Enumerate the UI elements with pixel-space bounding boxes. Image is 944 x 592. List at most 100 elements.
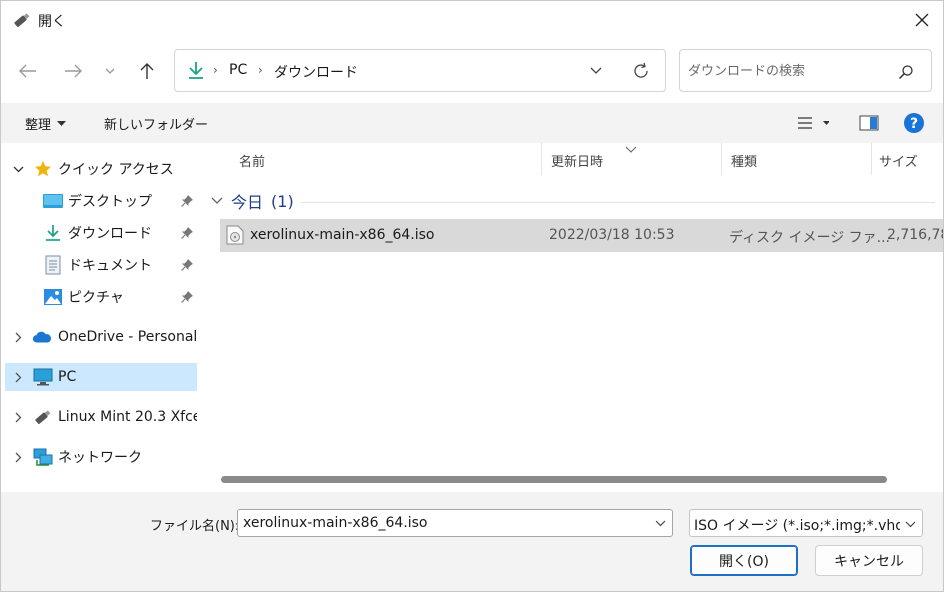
window-title: 開く xyxy=(38,14,66,30)
recent-locations-button[interactable] xyxy=(98,57,122,85)
caret-down-icon xyxy=(57,120,67,126)
sort-indicator-icon xyxy=(625,143,637,153)
preview-pane-button[interactable] xyxy=(856,111,882,135)
pin-icon xyxy=(180,194,194,208)
open-file-dialog: 開く › PC › ダウンロード ダウンロードの検索 整理 新しいフォルダー ?… xyxy=(0,0,944,592)
refresh-icon xyxy=(634,62,648,78)
sidebar-item-onedrive[interactable]: OneDrive - Personal xyxy=(5,323,197,351)
sidebar-item-pictures[interactable]: ピクチャ xyxy=(5,283,197,311)
chevron-right-icon[interactable] xyxy=(11,410,25,424)
sidebar-item-documents[interactable]: ドキュメント xyxy=(5,251,197,279)
sidebar-item-label: ダウンロード xyxy=(68,226,152,242)
pin-icon xyxy=(180,226,194,240)
download-icon xyxy=(185,59,207,81)
filename-input[interactable] xyxy=(243,513,643,533)
group-label: 今日 xyxy=(231,193,264,212)
sidebar-item-quick-access[interactable]: クイック アクセス xyxy=(5,155,197,183)
back-button[interactable] xyxy=(14,57,42,85)
sidebar-item-pc[interactable]: PC xyxy=(5,363,197,391)
chevron-down-icon xyxy=(900,514,920,534)
usb-drive-icon xyxy=(33,407,53,427)
filename-combobox xyxy=(237,509,673,537)
pictures-icon xyxy=(43,287,63,307)
file-name: xerolinux-main-x86_64.iso xyxy=(250,227,435,243)
refresh-button[interactable] xyxy=(627,58,655,84)
address-dropdown-button[interactable] xyxy=(583,58,609,84)
star-icon xyxy=(33,159,53,179)
horizontal-scrollbar[interactable] xyxy=(221,476,887,483)
cancel-button[interactable]: キャンセル xyxy=(815,545,923,576)
sidebar-item-usb-drive[interactable]: Linux Mint 20.3 Xfce 64-bit xyxy=(5,403,197,431)
filename-dropdown-button[interactable] xyxy=(650,513,670,533)
chevron-right-icon: › xyxy=(213,63,218,77)
chevron-right-icon[interactable] xyxy=(11,450,25,464)
pin-icon xyxy=(180,290,194,304)
organize-label: 整理 xyxy=(25,118,52,133)
sidebar-item-label: PC xyxy=(58,369,77,385)
column-header-size[interactable]: サイズ xyxy=(869,143,943,177)
sidebar-item-label: クイック アクセス xyxy=(58,162,174,178)
disc-image-file-icon xyxy=(226,225,244,245)
sidebar-item-label: Linux Mint 20.3 Xfce 64-bit xyxy=(58,409,197,425)
chevron-right-icon[interactable] xyxy=(11,370,25,384)
filetype-select[interactable]: ISO イメージ (*.iso;*.img;*.vhd;*.usb) xyxy=(689,509,923,537)
close-icon xyxy=(915,13,929,27)
list-view-icon xyxy=(798,117,829,129)
table-row[interactable]: xerolinux-main-x86_64.iso 2022/03/18 10:… xyxy=(220,219,943,252)
sidebar-item-desktop[interactable]: デスクトップ xyxy=(5,187,197,215)
group-header-today[interactable]: 今日 (1) xyxy=(211,189,294,213)
arrow-up-icon xyxy=(140,63,154,79)
dialog-footer: ファイル名(N): ISO イメージ (*.iso;*.img;*.vhd;*.… xyxy=(1,492,943,591)
sidebar-item-label: ネットワーク xyxy=(58,450,142,466)
pin-icon xyxy=(180,258,194,272)
view-options-button[interactable] xyxy=(788,111,834,135)
help-icon: ? xyxy=(904,113,924,133)
breadcrumb-downloads[interactable]: ダウンロード xyxy=(274,62,358,82)
network-icon xyxy=(33,447,53,467)
breadcrumb-pc[interactable]: PC xyxy=(229,62,247,78)
file-type: ディスク イメージ ファ... xyxy=(729,230,890,246)
new-folder-button[interactable]: 新しいフォルダー xyxy=(104,114,208,133)
usb-drive-icon xyxy=(12,11,32,29)
command-bar: 整理 新しいフォルダー ? xyxy=(1,103,943,143)
up-button[interactable] xyxy=(133,57,161,85)
sidebar-item-label: ドキュメント xyxy=(68,258,152,274)
file-size: 2,716,780 xyxy=(887,227,943,243)
sidebar-item-network[interactable]: ネットワーク xyxy=(5,443,197,471)
forward-button[interactable] xyxy=(59,57,87,85)
title-bar: 開く xyxy=(1,1,943,39)
open-button[interactable]: 開く(O) xyxy=(690,545,798,576)
chevron-right-icon[interactable] xyxy=(11,330,25,344)
search-box xyxy=(679,49,932,92)
search-input[interactable] xyxy=(688,60,888,82)
chevron-right-icon: › xyxy=(258,63,263,77)
sidebar-item-downloads[interactable]: ダウンロード xyxy=(5,219,197,247)
column-header-name[interactable]: 名前 xyxy=(229,143,541,177)
group-count: (1) xyxy=(271,191,294,211)
close-button[interactable] xyxy=(907,7,937,33)
filetype-value: ISO イメージ (*.iso;*.img;*.vhd;*.usb) xyxy=(694,518,900,534)
monitor-icon xyxy=(33,367,53,387)
arrow-left-icon xyxy=(19,64,36,78)
chevron-down-icon xyxy=(211,197,223,204)
filename-label: ファイル名(N): xyxy=(150,519,240,534)
address-bar[interactable]: › PC › ダウンロード xyxy=(174,49,666,92)
search-icon[interactable] xyxy=(895,61,917,83)
svg-text:?: ? xyxy=(910,116,918,132)
preview-pane-icon xyxy=(859,115,879,131)
navigation-bar: › PC › ダウンロード xyxy=(1,39,943,103)
group-divider xyxy=(301,202,935,203)
file-list-pane: 名前 更新日時 種類 サイズ 今日 (1) xerolinux-main-x86… xyxy=(201,143,943,492)
column-header-type[interactable]: 種類 xyxy=(721,143,871,177)
sidebar-item-label: デスクトップ xyxy=(68,194,152,210)
chevron-down-icon[interactable] xyxy=(11,162,25,176)
organize-button[interactable]: 整理 xyxy=(25,114,67,133)
download-icon xyxy=(43,223,63,243)
file-date: 2022/03/18 10:53 xyxy=(549,227,675,243)
sidebar-item-label: ピクチャ xyxy=(68,290,124,306)
document-icon xyxy=(43,255,63,275)
sidebar-item-label: OneDrive - Personal xyxy=(58,329,198,345)
desktop-icon xyxy=(43,191,63,211)
help-button[interactable]: ? xyxy=(901,111,927,135)
cloud-icon xyxy=(32,327,52,347)
